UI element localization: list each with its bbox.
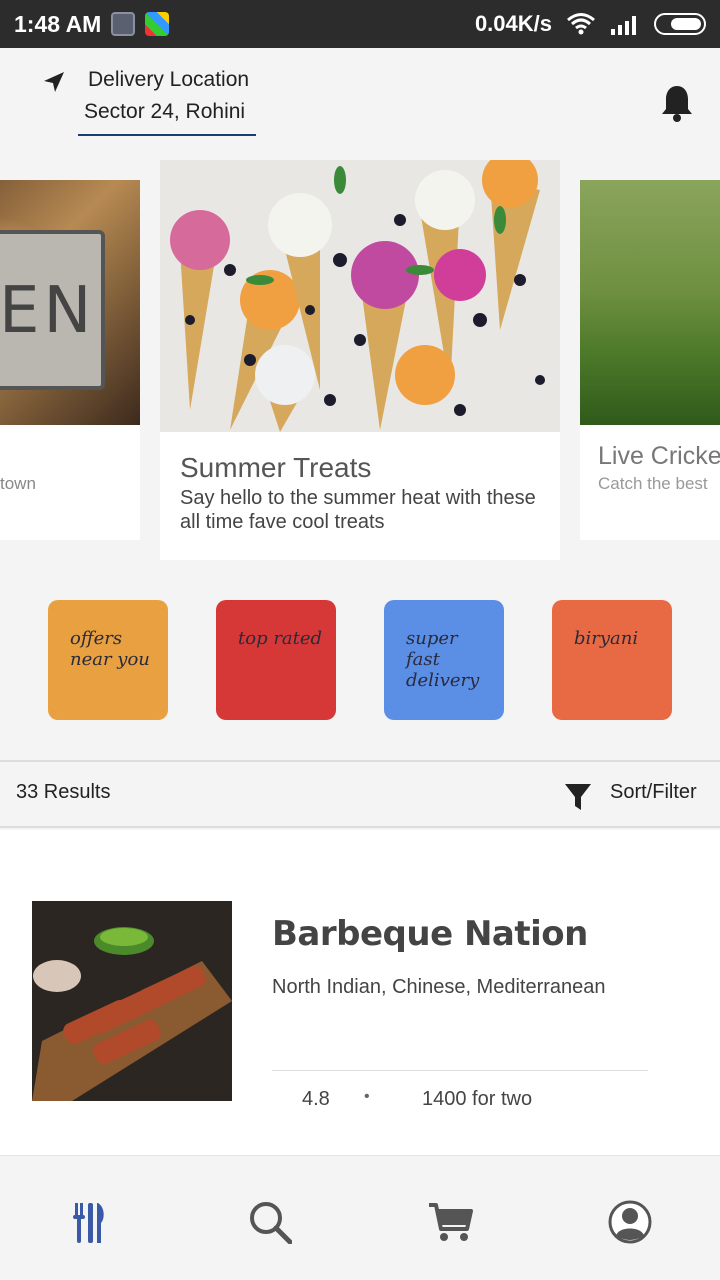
nav-profile-button[interactable] — [606, 1198, 654, 1246]
bell-icon[interactable] — [660, 84, 694, 124]
promo-carousel[interactable]: EN town Summer Treats Say hello to the s… — [0, 160, 720, 560]
results-bar: 33 Results Sort/Filter — [0, 760, 720, 828]
cart-icon — [429, 1203, 473, 1241]
category-tile-offers[interactable]: offers near you — [48, 600, 168, 720]
category-label: super fast delivery — [406, 628, 480, 691]
promo-image — [160, 160, 560, 432]
navigation-arrow-icon[interactable] — [42, 70, 66, 94]
promo-title: Summer Treats — [180, 452, 372, 483]
wifi-icon — [567, 13, 595, 35]
category-label: offers near you — [70, 628, 150, 670]
promo-subtitle: Catch the best — [598, 474, 708, 493]
restaurant-name: Barbeque Nation — [272, 914, 588, 954]
app-notification-icon — [145, 12, 170, 36]
search-icon — [250, 1202, 292, 1244]
restaurant-cost: 1400 for two — [422, 1088, 533, 1110]
category-label: biryani — [574, 628, 639, 649]
category-tile-top-rated[interactable]: top rated — [216, 600, 336, 720]
delivery-location-value[interactable]: Sector 24, Rohini — [78, 100, 256, 136]
promo-title: Live Cricke — [598, 442, 720, 470]
category-label: top rated — [238, 628, 323, 649]
filter-icon[interactable] — [564, 782, 592, 812]
separator-dot: • — [364, 1088, 370, 1105]
promo-card-summer-treats[interactable]: Summer Treats Say hello to the summer he… — [160, 160, 560, 560]
status-bar: 1:48 AM 0.04K/s — [0, 0, 720, 48]
profile-icon — [608, 1200, 652, 1244]
delivery-location-label: Delivery Location — [88, 68, 250, 91]
delivery-location-header: Delivery Location Sector 24, Rohini — [0, 48, 720, 158]
category-tile-fast-delivery[interactable]: super fast delivery — [384, 600, 504, 720]
divider — [272, 1070, 648, 1071]
restaurant-rating: 4.8 — [302, 1088, 330, 1110]
restaurant-card[interactable]: Barbeque Nation North Indian, Chinese, M… — [0, 830, 720, 1156]
sort-filter-button[interactable]: Sort/Filter — [610, 781, 697, 804]
promo-subtitle: town — [0, 474, 36, 493]
network-speed: 0.04K/s — [474, 11, 552, 36]
promo-description: Say hello to the summer heat with these … — [180, 487, 536, 533]
promo-card-left[interactable]: EN town — [0, 180, 140, 540]
promo-image — [580, 180, 720, 425]
signal-icon — [611, 16, 636, 35]
category-tile-biryani[interactable]: biryani — [552, 600, 672, 720]
category-tiles: offers near you top rated super fast del… — [48, 600, 672, 720]
status-time: 1:48 AM — [14, 10, 102, 37]
promo-image: EN — [0, 180, 140, 425]
restaurant-cuisines: North Indian, Chinese, Mediterranean — [272, 976, 606, 998]
nav-cart-button[interactable] — [426, 1198, 474, 1246]
nav-restaurants-button[interactable] — [66, 1198, 114, 1246]
promo-card-right[interactable]: Live Cricke Catch the best — [580, 180, 720, 540]
results-count: 33 Results — [16, 781, 111, 803]
bottom-navigation — [0, 1160, 720, 1280]
cutlery-icon — [73, 1203, 104, 1243]
app-notification-icon — [111, 12, 136, 36]
battery-icon — [654, 13, 706, 35]
restaurant-image — [32, 901, 232, 1101]
nav-search-button[interactable] — [246, 1198, 294, 1246]
